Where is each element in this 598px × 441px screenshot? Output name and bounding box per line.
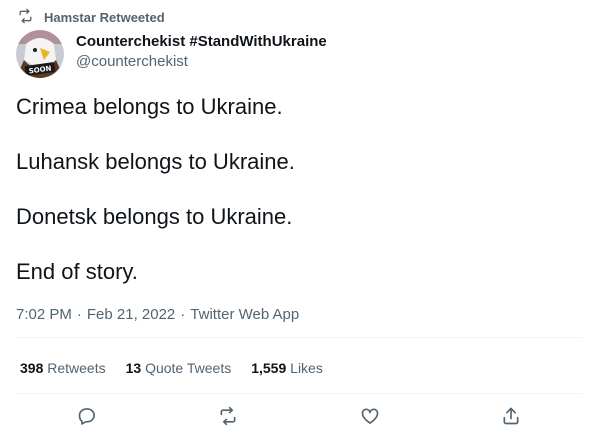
retweet-button[interactable] [214, 404, 242, 432]
like-icon [360, 406, 380, 431]
tweet-time[interactable]: 7:02 PM [16, 306, 72, 324]
retweets-count: 398 [20, 360, 44, 376]
quotes-label: Quote Tweets [145, 360, 232, 376]
likes-count: 1,559 [251, 360, 287, 376]
likes-label: Likes [290, 360, 323, 376]
retweets-stat[interactable]: 398 Retweets [20, 360, 106, 377]
divider [16, 393, 582, 394]
tweet-line: Donetsk belongs to Ukraine. [16, 204, 293, 229]
like-button[interactable] [356, 404, 384, 432]
meta-separator: · [76, 306, 82, 323]
share-icon [501, 406, 521, 431]
tweet-line: End of story. [16, 259, 138, 284]
reply-button[interactable] [73, 404, 101, 432]
author-block[interactable]: Counterchekist #StandWithUkraine @counte… [76, 33, 327, 71]
retweets-label: Retweets [47, 360, 106, 376]
likes-stat[interactable]: 1,559 Likes [251, 360, 323, 377]
retweet-icon [17, 8, 44, 27]
meta-separator: · [180, 306, 186, 323]
tweet-stats: 398 Retweets 13 Quote Tweets 1,559 Likes [20, 360, 343, 377]
quotes-count: 13 [125, 360, 142, 376]
retweet-icon [218, 406, 238, 431]
avatar[interactable]: SOON [16, 30, 64, 78]
tweet-date[interactable]: Feb 21, 2022 [87, 306, 175, 324]
share-button[interactable] [497, 404, 525, 432]
tweet-source[interactable]: Twitter Web App [190, 306, 299, 324]
tweet-line: Luhansk belongs to Ukraine. [16, 149, 295, 174]
tweet-text: Crimea belongs to Ukraine. Luhansk belon… [16, 93, 576, 286]
author-display-name[interactable]: Counterchekist #StandWithUkraine [76, 33, 327, 51]
reply-icon [77, 406, 97, 431]
quote-tweets-stat[interactable]: 13 Quote Tweets [126, 360, 232, 377]
social-context[interactable]: Hamstar Retweeted [17, 8, 165, 27]
tweet-meta: 7:02 PM · Feb 21, 2022 · Twitter Web App [16, 306, 299, 324]
social-context-text: Hamstar Retweeted [44, 9, 165, 25]
divider [16, 337, 582, 338]
tweet-actions [16, 404, 582, 432]
author-handle[interactable]: @counterchekist [76, 53, 327, 71]
tweet-line: Crimea belongs to Ukraine. [16, 94, 283, 119]
